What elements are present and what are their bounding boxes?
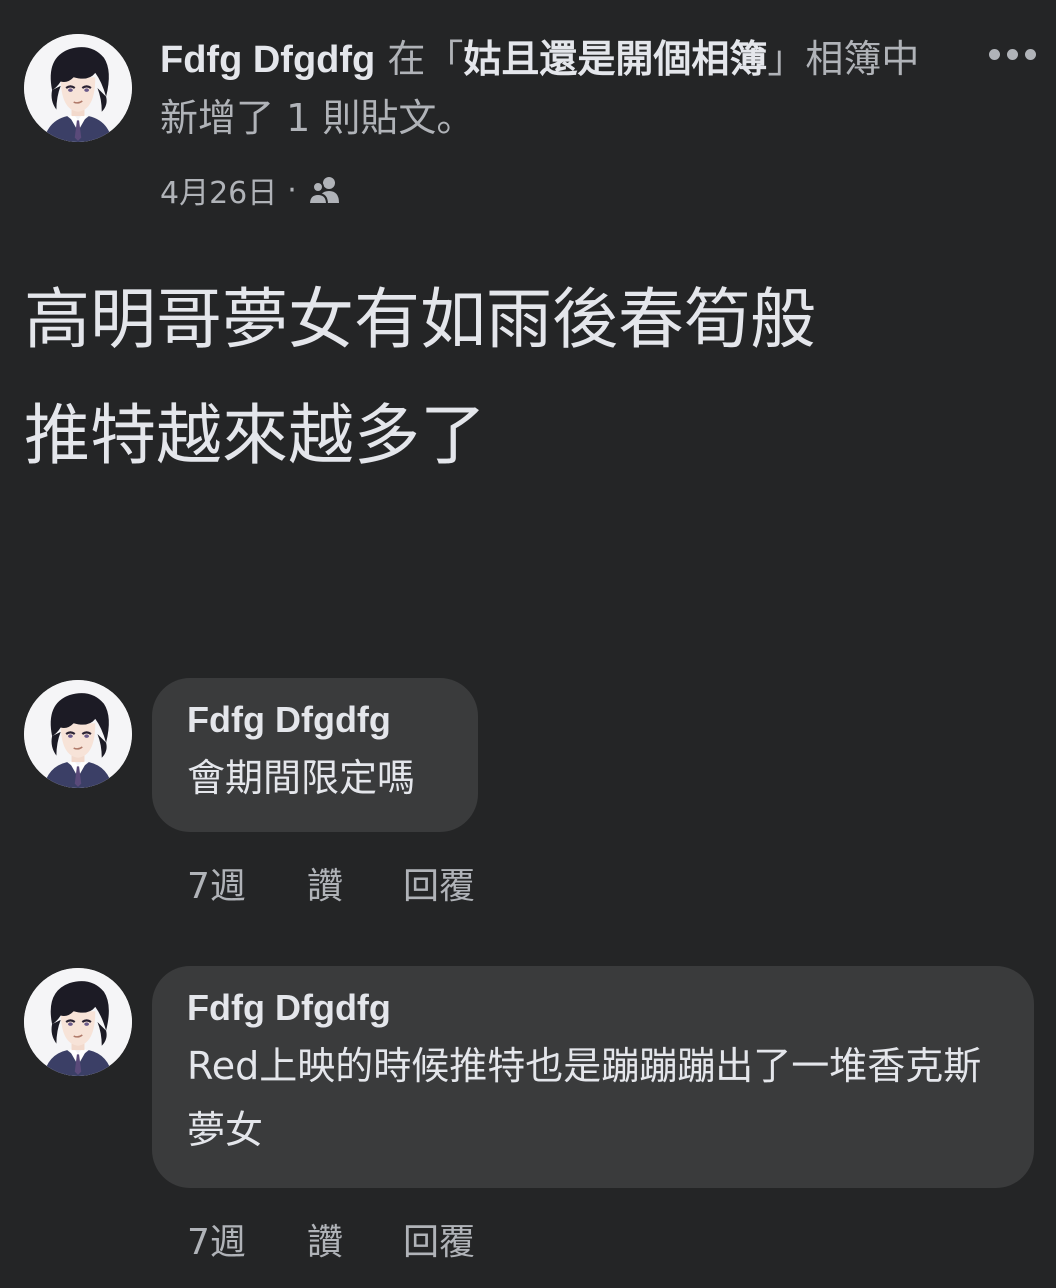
reply-button[interactable]: 回覆	[403, 1213, 475, 1265]
post-text: 高明哥夢女有如雨後春筍般 推特越來越多了	[24, 281, 816, 474]
post-author-name[interactable]: Fdfg Dfgdfg	[160, 39, 375, 81]
post-author-avatar[interactable]	[24, 34, 132, 142]
post-date[interactable]: 4月26日	[160, 168, 277, 212]
comment-time[interactable]: 7週	[187, 1213, 307, 1265]
comment-actions: 7週 讚 回覆	[187, 858, 475, 908]
comment-bubble: Fdfg Dfgdfg Red上映的時候推特也是蹦蹦蹦出了一堆香克斯夢女	[152, 966, 1034, 1188]
reply-button[interactable]: 回覆	[403, 857, 475, 909]
comment-author-avatar[interactable]	[24, 968, 132, 1076]
more-options-icon	[988, 48, 1000, 60]
comment-author-name[interactable]: Fdfg Dfgdfg	[187, 986, 998, 1030]
comment-author-name[interactable]: Fdfg Dfgdfg	[187, 698, 442, 742]
comment-time[interactable]: 7週	[187, 857, 307, 909]
post-header: Fdfg Dfgdfg 在「姑且還是開個相簿」相簿中新增了 1 則貼文。	[160, 30, 950, 147]
like-button[interactable]: 讚	[307, 857, 403, 909]
like-button[interactable]: 讚	[307, 1213, 403, 1265]
comment-actions: 7週 讚 回覆	[187, 1214, 475, 1264]
more-options-button[interactable]	[980, 34, 1044, 74]
meta-separator: ·	[287, 172, 297, 208]
comment-text: 會期間限定嗎	[187, 756, 416, 800]
more-options-icon-dot	[1006, 48, 1018, 60]
post-meta: 4月26日 ·	[160, 168, 343, 212]
post-action-prefix: 在「	[375, 37, 464, 81]
friends-icon[interactable]	[307, 175, 343, 205]
more-options-icon-dot	[1024, 48, 1036, 60]
comment-text: Red上映的時候推特也是蹦蹦蹦出了一堆香克斯夢女	[187, 1044, 982, 1152]
comment-author-avatar[interactable]	[24, 680, 132, 788]
album-link[interactable]: 姑且還是開個相簿	[463, 37, 767, 81]
comment-bubble: Fdfg Dfgdfg 會期間限定嗎	[152, 678, 478, 832]
